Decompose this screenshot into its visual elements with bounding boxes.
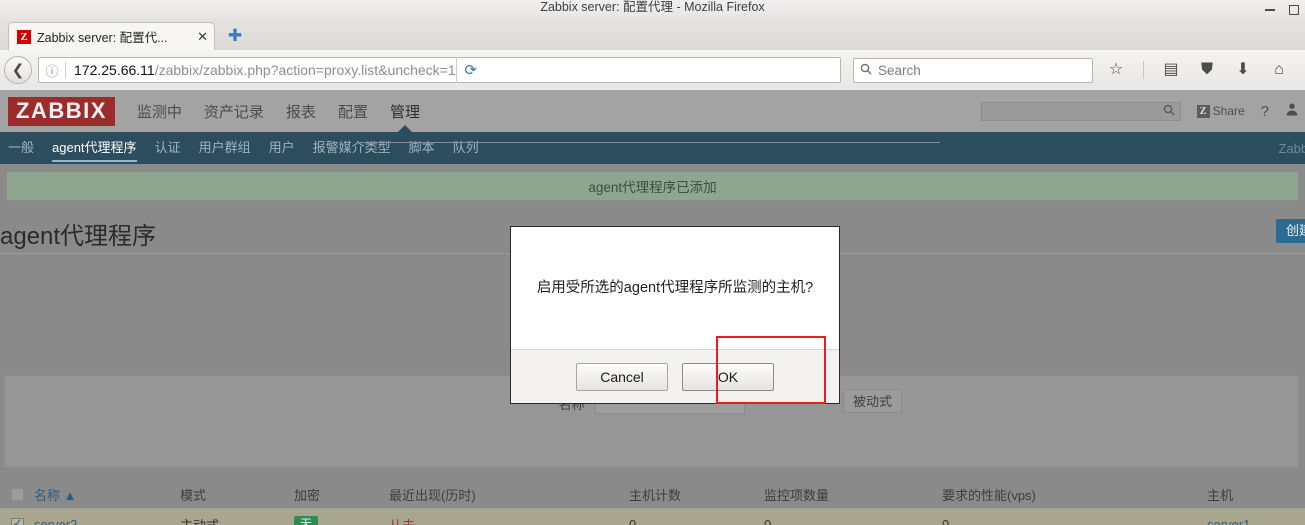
table-row[interactable]: server2 主动式 无 从未 0 0 0 server1: [0, 509, 1305, 525]
submenu-item-general[interactable]: 一般: [8, 132, 34, 164]
cell-required-vps: 0: [942, 516, 950, 525]
create-proxy-button[interactable]: 创建: [1276, 219, 1305, 243]
address-bar[interactable]: ⓘ 172.25.66.11/zabbix/zabbix.php?action=…: [38, 57, 841, 83]
browser-chrome: Zabbix server: 配置代理 - Mozilla Firefox Z …: [0, 0, 1305, 91]
submenu-item-media-types[interactable]: 报警媒介类型: [313, 132, 391, 164]
window-titlebar: Zabbix server: 配置代理 - Mozilla Firefox: [0, 0, 1305, 19]
menu-item-administration[interactable]: 管理: [390, 90, 420, 132]
home-icon[interactable]: ⌂: [1270, 62, 1288, 78]
th-name[interactable]: 名称 ▲: [34, 485, 180, 504]
help-icon[interactable]: ?: [1261, 103, 1269, 120]
cell-encryption: 无: [294, 515, 389, 525]
cell-name[interactable]: server2: [34, 517, 180, 525]
th-encryption: 加密: [294, 487, 321, 503]
confirm-dialog: 启用受所选的agent代理程序所监测的主机? Cancel OK: [510, 226, 840, 404]
menu-item-inventory[interactable]: 资产记录: [204, 90, 264, 132]
url-path: /zabbix/zabbix.php?action=proxy.list&unc…: [154, 62, 456, 78]
bookmark-star-icon[interactable]: ☆: [1107, 62, 1125, 78]
submenu-item-authentication[interactable]: 认证: [155, 132, 181, 164]
menu-item-reports[interactable]: 报表: [286, 90, 316, 132]
back-button-icon[interactable]: ❮: [4, 56, 32, 84]
close-tab-icon[interactable]: ✕: [197, 30, 208, 43]
submenu-item-scripts[interactable]: 脚本: [409, 132, 435, 164]
share-button[interactable]: Z Share: [1196, 104, 1245, 118]
window-title: Zabbix server: 配置代理 - Mozilla Firefox: [540, 0, 765, 14]
submenu-item-users[interactable]: 用户: [269, 132, 295, 164]
site-info-icon[interactable]: ⓘ: [39, 61, 65, 80]
header-right: Z Share ?: [980, 101, 1299, 121]
global-search-input[interactable]: [980, 101, 1181, 121]
th-item-count: 监控项数量: [764, 487, 830, 503]
dialog-body: 启用受所选的agent代理程序所监测的主机?: [511, 227, 839, 349]
navigation-toolbar: ❮ ⓘ 172.25.66.11/zabbix/zabbix.php?actio…: [0, 50, 1305, 91]
share-label: Share: [1212, 104, 1245, 118]
zabbix-header: ZABBIX 监测中 资产记录 报表 配置 管理 Z Share ?: [0, 90, 1305, 132]
th-host-count: 主机计数: [629, 487, 682, 503]
select-all-cell[interactable]: [0, 487, 34, 501]
pocket-icon[interactable]: ⛊: [1198, 62, 1216, 78]
search-icon: [854, 63, 878, 78]
share-badge-icon: Z: [1196, 104, 1210, 118]
row-select-cell[interactable]: [0, 516, 34, 525]
menu-item-configuration[interactable]: 配置: [338, 90, 368, 132]
user-profile-icon[interactable]: [1285, 102, 1299, 120]
th-required-vps: 要求的性能(vps): [942, 487, 1036, 503]
cell-host-count: 0: [629, 516, 637, 525]
global-search-icon: [1163, 104, 1175, 119]
table-header-row: 名称 ▲ 模式 加密 最近出现(历时) 主机计数 监控项数量 要求的性能(vps…: [0, 480, 1305, 509]
url-host: 172.25.66.11: [74, 62, 155, 78]
dialog-cancel-button[interactable]: Cancel: [576, 362, 668, 391]
new-tab-icon[interactable]: ✚: [226, 27, 244, 45]
reload-icon[interactable]: ⟳: [455, 57, 485, 83]
menu-item-monitoring[interactable]: 监测中: [137, 90, 182, 132]
th-hosts: 主机: [1207, 487, 1234, 503]
submenu-item-proxies[interactable]: agent代理程序: [52, 132, 137, 164]
th-mode: 模式: [180, 487, 207, 503]
library-icon[interactable]: ▤: [1162, 62, 1180, 78]
cell-hosts[interactable]: server1: [1207, 517, 1305, 525]
zabbix-favicon-icon: Z: [17, 29, 31, 44]
downloads-icon[interactable]: ⬇: [1234, 62, 1252, 78]
toolbar-icons: ☆ ▤ ⛊ ⬇ ⌂: [1107, 61, 1288, 79]
cell-mode: 主动式: [180, 517, 220, 525]
maximize-icon[interactable]: [1289, 4, 1299, 15]
window-controls: [1265, 0, 1299, 18]
submenu-item-queue[interactable]: 队列: [453, 132, 479, 164]
browser-search-placeholder: Search: [878, 62, 921, 78]
browser-search-box[interactable]: Search: [853, 57, 1093, 83]
zabbix-logo[interactable]: ZABBIX: [8, 96, 115, 126]
browser-tab[interactable]: Z Zabbix server: 配置代... ✕: [8, 22, 215, 50]
success-message: agent代理程序已添加: [6, 171, 1299, 201]
success-message-text: agent代理程序已添加: [588, 180, 717, 195]
minimize-icon[interactable]: [1265, 4, 1275, 14]
sub-menu: 一般 agent代理程序 认证 用户群组 用户 报警媒介类型 脚本 队列 Zab…: [0, 132, 1305, 164]
main-menu: 监测中 资产记录 报表 配置 管理: [137, 90, 420, 132]
cell-last-seen: 从未: [389, 517, 416, 525]
th-last-seen: 最近出现(历时): [389, 487, 476, 503]
submenu-server-label: Zabbi: [1278, 140, 1305, 156]
cell-item-count: 0: [764, 516, 772, 525]
encryption-badge: 无: [294, 515, 319, 525]
filter-divider: [360, 142, 940, 143]
select-all-checkbox[interactable]: [10, 487, 24, 501]
dialog-ok-button[interactable]: OK: [682, 362, 774, 391]
filter-mode-passive-button[interactable]: 被动式: [843, 389, 903, 413]
row-checkbox[interactable]: [10, 516, 24, 525]
toolbar-divider: [1143, 61, 1144, 79]
submenu-item-user-groups[interactable]: 用户群组: [199, 132, 251, 164]
browser-tab-title: Zabbix server: 配置代...: [37, 31, 168, 45]
tab-strip: Z Zabbix server: 配置代... ✕ ✚: [0, 18, 1305, 51]
page-title: agent代理程序: [0, 223, 157, 250]
proxies-table: 名称 ▲ 模式 加密 最近出现(历时) 主机计数 监控项数量 要求的性能(vps…: [0, 480, 1305, 525]
dialog-message: 启用受所选的agent代理程序所监测的主机?: [536, 279, 814, 296]
dialog-footer: Cancel OK: [511, 349, 839, 403]
url-text: 172.25.66.11/zabbix/zabbix.php?action=pr…: [66, 62, 456, 78]
